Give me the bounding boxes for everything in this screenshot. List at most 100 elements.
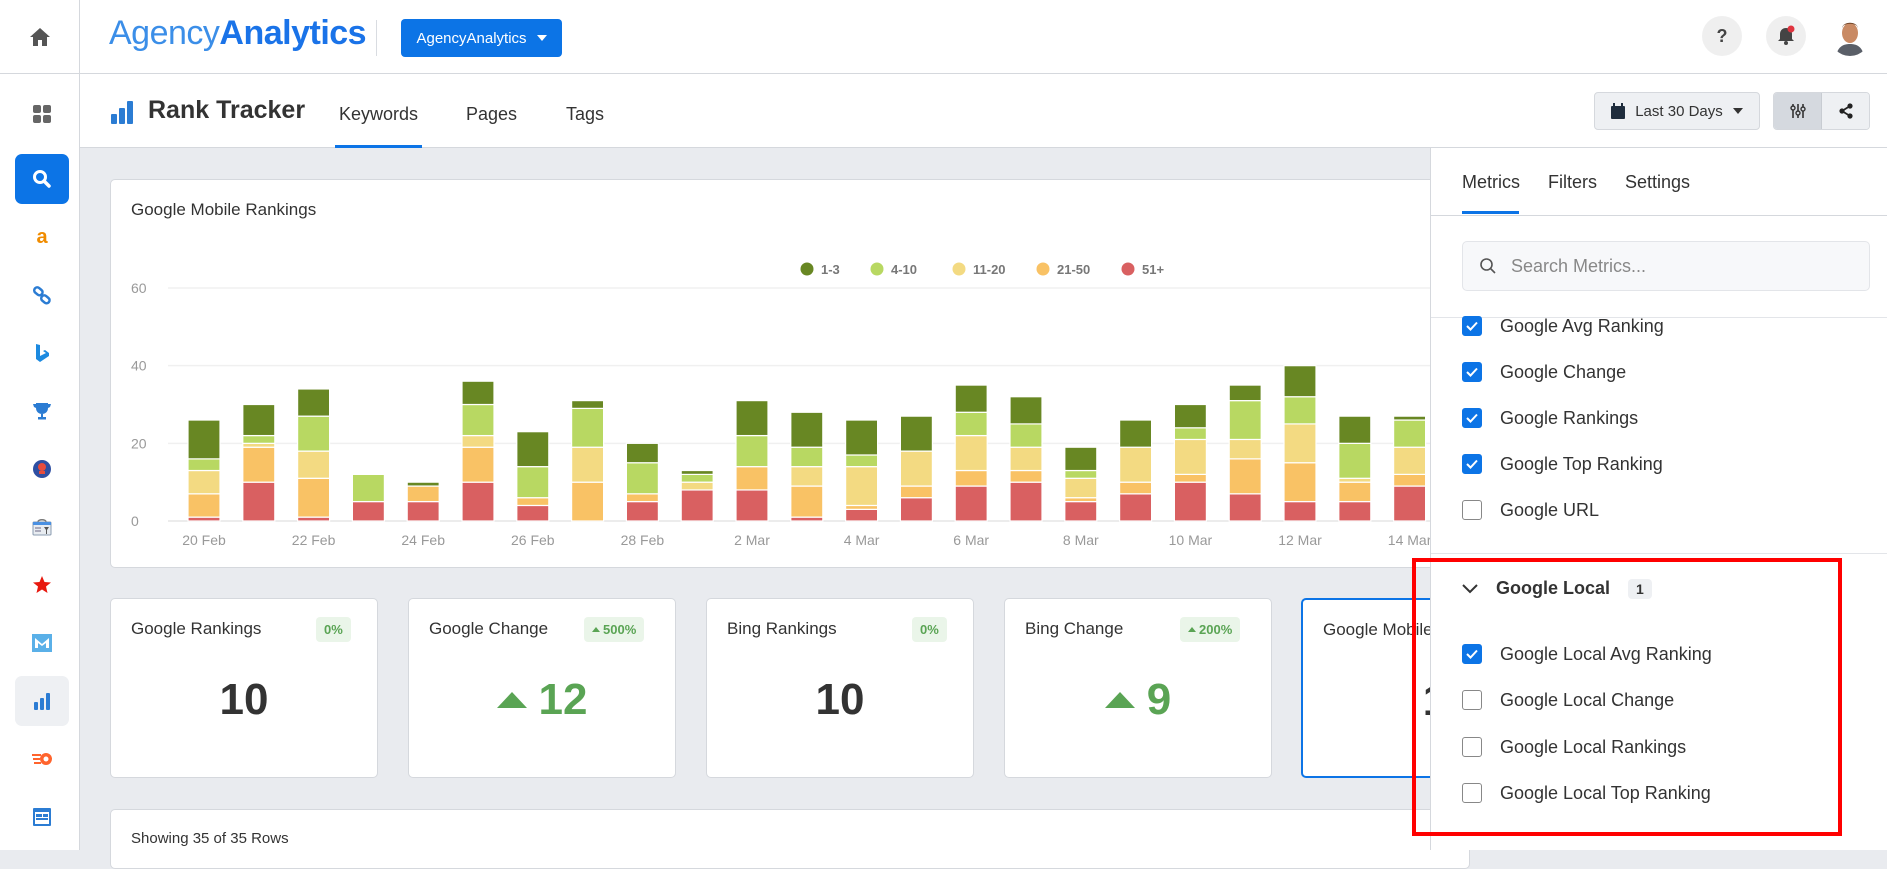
- metric-label: Google Local Avg Ranking: [1500, 643, 1712, 664]
- checkbox-unchecked[interactable]: [1462, 500, 1482, 520]
- call-tracking-icon: [33, 460, 51, 478]
- metric-google-top-ranking[interactable]: Google Top Ranking: [1462, 452, 1663, 476]
- stat-card-bing-change[interactable]: Bing Change 200% 9: [1004, 598, 1272, 778]
- bar-segment: [1228, 493, 1262, 522]
- panel-tab-settings[interactable]: Settings: [1625, 172, 1690, 193]
- metric-google-local-change[interactable]: Google Local Change: [1462, 688, 1674, 712]
- sidebar-item-trophy[interactable]: [15, 386, 69, 436]
- x-tick-label: 6 Mar: [953, 532, 989, 548]
- sidebar-item-amazon[interactable]: a: [15, 212, 69, 262]
- bar-segment: [625, 442, 660, 464]
- check-icon: [1466, 459, 1478, 469]
- bar-segment: [735, 466, 769, 491]
- logo[interactable]: AgencyAnalytics: [109, 14, 367, 53]
- search-icon: [1480, 258, 1496, 274]
- bar-segment: [406, 485, 440, 503]
- bar-segment: [1009, 469, 1043, 483]
- bar-segment: [1392, 415, 1427, 421]
- bar-segment: [242, 434, 276, 444]
- bar-segment: [1392, 485, 1427, 522]
- sidebar-item-majestic[interactable]: [15, 618, 69, 668]
- tab-pages[interactable]: Pages: [466, 104, 517, 125]
- bar-segment: [187, 419, 221, 460]
- change-badge: 0%: [316, 617, 351, 642]
- sidebar-item-semrush[interactable]: [15, 734, 69, 784]
- legend-marker: [800, 262, 814, 276]
- sidebar-item-backlinks[interactable]: [15, 270, 69, 320]
- stat-card-google-rankings[interactable]: Google Rankings 0% 10: [110, 598, 378, 778]
- checkbox-checked[interactable]: [1462, 316, 1482, 336]
- checkbox-checked[interactable]: [1462, 644, 1482, 664]
- checkbox-checked[interactable]: [1462, 408, 1482, 428]
- notifications-button[interactable]: [1766, 16, 1806, 56]
- panel-tab-metrics[interactable]: Metrics: [1462, 172, 1520, 193]
- bar-segment: [1338, 481, 1372, 503]
- date-range-button[interactable]: Last 30 Days: [1594, 92, 1760, 130]
- metric-google-rankings[interactable]: Google Rankings: [1462, 406, 1638, 430]
- customize-button[interactable]: [1774, 93, 1822, 129]
- panel-tab-filters[interactable]: Filters: [1548, 172, 1597, 193]
- checkbox-unchecked[interactable]: [1462, 783, 1482, 803]
- bar-segment: [680, 469, 714, 475]
- sidebar-item-search[interactable]: [15, 154, 69, 204]
- stat-card-bing-rankings[interactable]: Bing Rankings 0% 10: [706, 598, 974, 778]
- metric-google-avg-ranking[interactable]: Google Avg Ranking: [1462, 314, 1664, 338]
- account-switcher-button[interactable]: AgencyAnalytics: [401, 19, 562, 57]
- stat-value-text: 9: [1146, 675, 1172, 724]
- checkbox-checked[interactable]: [1462, 362, 1482, 382]
- share-icon: [1838, 103, 1853, 119]
- bar-segment: [461, 446, 495, 483]
- x-tick-label: 20 Feb: [182, 532, 226, 548]
- change-badge: 0%: [912, 617, 947, 642]
- change-badge-text: 500%: [603, 622, 637, 637]
- metric-label: Google Rankings: [1500, 407, 1639, 428]
- metric-google-local-rankings[interactable]: Google Local Rankings: [1462, 735, 1686, 759]
- stat-card-google-change[interactable]: Google Change 500% 12: [408, 598, 676, 778]
- bar-segment: [844, 466, 879, 507]
- divider: [1431, 553, 1887, 554]
- report-icon: [33, 808, 51, 826]
- avatar-photo-icon: [1830, 16, 1870, 56]
- bell-icon: [1778, 25, 1795, 45]
- bar-segment: [1064, 477, 1098, 499]
- row-count-text: Showing 35 of 35 Rows: [131, 830, 289, 847]
- divider: [1431, 215, 1887, 216]
- checkbox-checked[interactable]: [1462, 454, 1482, 474]
- help-button[interactable]: ?: [1702, 16, 1742, 56]
- metric-google-url[interactable]: Google URL: [1462, 498, 1599, 522]
- tab-tags[interactable]: Tags: [566, 104, 604, 125]
- metric-group-google-local[interactable]: Google Local 1: [1462, 578, 1652, 599]
- bar-segment: [1173, 473, 1208, 483]
- bar-segment: [1173, 403, 1208, 429]
- x-tick-label: 12 Mar: [1278, 532, 1322, 548]
- metric-label: Google Local Rankings: [1500, 736, 1687, 757]
- sidebar-item-yext[interactable]: [15, 560, 69, 610]
- semrush-icon: [32, 753, 52, 765]
- metric-label: Google Top Ranking: [1500, 453, 1663, 474]
- home-button[interactable]: [0, 0, 80, 74]
- amazon-icon: a: [36, 225, 48, 248]
- keywords-table-card: Showing 35 of 35 Rows: [110, 809, 1470, 869]
- metric-google-change[interactable]: Google Change: [1462, 360, 1626, 384]
- sidebar-item-call-tracking[interactable]: [15, 444, 69, 494]
- bar-segment: [790, 411, 824, 448]
- sidebar-item-dashboard[interactable]: [15, 89, 69, 139]
- metric-google-local-avg-ranking[interactable]: Google Local Avg Ranking: [1462, 642, 1712, 666]
- checkbox-unchecked[interactable]: [1462, 690, 1482, 710]
- share-button[interactable]: [1822, 93, 1869, 129]
- top-bar: AgencyAnalytics AgencyAnalytics ?: [0, 0, 1887, 74]
- user-avatar[interactable]: [1830, 16, 1870, 56]
- rank-tracker-icon: [111, 101, 133, 124]
- sidebar-item-rank-tracker[interactable]: [15, 676, 69, 726]
- bar-segment: [297, 450, 331, 479]
- checkbox-unchecked[interactable]: [1462, 737, 1482, 757]
- stacked-bar-chart: 0 20 40 60 20 Feb 22 Feb 24 Feb 26 Feb 28 Feb 2 M…: [131, 262, 1471, 548]
- sidebar-item-site-audit[interactable]: [15, 502, 69, 552]
- sidebar-item-bing[interactable]: [15, 328, 69, 378]
- logo-bold-text: Analytics: [219, 14, 367, 52]
- metrics-search-input[interactable]: [1511, 255, 1851, 277]
- legend-label: 1-3: [821, 262, 840, 277]
- sidebar-item-reports[interactable]: [15, 792, 69, 842]
- metric-google-local-top-ranking[interactable]: Google Local Top Ranking: [1462, 781, 1711, 805]
- tab-keywords[interactable]: Keywords: [339, 104, 418, 125]
